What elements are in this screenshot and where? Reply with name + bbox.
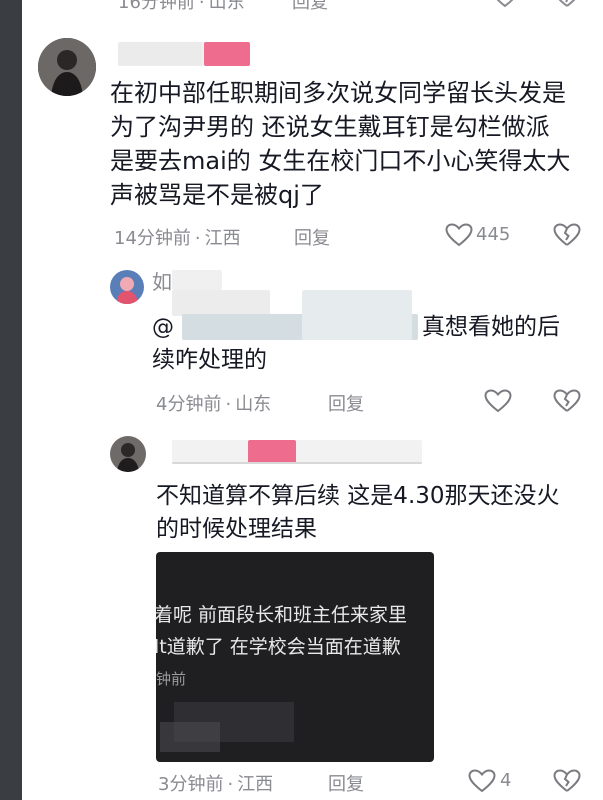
username-redacted — [248, 440, 296, 464]
like-count: 4 — [500, 770, 512, 791]
comment-meta: 14分钟前 · 江西 — [114, 228, 241, 249]
dislike-heart-icon[interactable] — [553, 223, 581, 247]
image-timestamp: 钟前 — [156, 670, 187, 688]
comment-text: 续咋处理的 — [152, 347, 267, 373]
avatar[interactable] — [38, 38, 96, 96]
username-redacted — [172, 462, 422, 464]
comment-location: 山东 — [208, 0, 245, 13]
username-redacted — [118, 42, 206, 66]
username-redacted — [172, 440, 422, 464]
comment-meta: 16分钟前 · 山东 — [118, 0, 245, 14]
image-text-line: 着呢 前面段长和班主任来家里 — [156, 604, 408, 626]
comment-meta: 3分钟前 · 江西 — [158, 774, 274, 795]
comment-text: 真想看她的后 — [422, 314, 560, 340]
comment-list: 16分钟前 · 山东 回复 在初中部任职期间多次说女同学留长头发是为了沟尹男的 还说… — [22, 0, 603, 800]
heart-icon[interactable] — [445, 223, 473, 247]
mention-symbol[interactable]: @ — [152, 312, 174, 343]
comment-time: 4分钟前 — [156, 394, 222, 415]
image-redaction — [160, 722, 220, 752]
dislike-heart-icon[interactable] — [554, 0, 580, 8]
reply-button[interactable]: 回复 — [292, 0, 328, 14]
comment-location: 江西 — [237, 774, 274, 795]
avatar[interactable] — [110, 436, 146, 472]
reply-username-initial: 如 — [152, 270, 172, 294]
comment-meta: 4分钟前 · 山东 — [156, 394, 272, 415]
dislike-heart-icon[interactable] — [553, 769, 581, 793]
image-text-line: lt道歉了 在学校会当面在道歉 — [156, 636, 401, 658]
username-redacted — [172, 270, 222, 290]
heart-icon[interactable] — [492, 0, 518, 8]
comment-time: 14分钟前 — [114, 228, 191, 249]
avatar[interactable] — [110, 270, 144, 304]
comment-text: 不知道算不算后续 这是4.30那天还没火的时候处理结果 — [156, 483, 560, 542]
reply-button[interactable]: 回复 — [328, 390, 364, 416]
mention-redacted — [172, 290, 270, 316]
comment-location: 山东 — [235, 394, 272, 415]
mention-redacted — [302, 290, 412, 340]
heart-icon[interactable] — [484, 389, 512, 413]
like-count: 445 — [476, 224, 511, 245]
username-redacted — [204, 42, 250, 66]
comment-time: 3分钟前 — [158, 774, 224, 795]
image-attachment[interactable]: 着呢 前面段长和班主任来家里 lt道歉了 在学校会当面在道歉 钟前 — [156, 552, 434, 762]
comment-location: 江西 — [204, 228, 241, 249]
dislike-heart-icon[interactable] — [553, 389, 581, 413]
heart-icon[interactable] — [468, 769, 496, 793]
comment-text: 在初中部任职期间多次说女同学留长头发是为了沟尹男的 还说女生戴耳钉是勾栏做派 是… — [110, 79, 571, 210]
comment-time: 16分钟前 — [118, 0, 195, 13]
reply-button[interactable]: 回复 — [294, 224, 330, 250]
reply-button[interactable]: 回复 — [328, 770, 364, 796]
